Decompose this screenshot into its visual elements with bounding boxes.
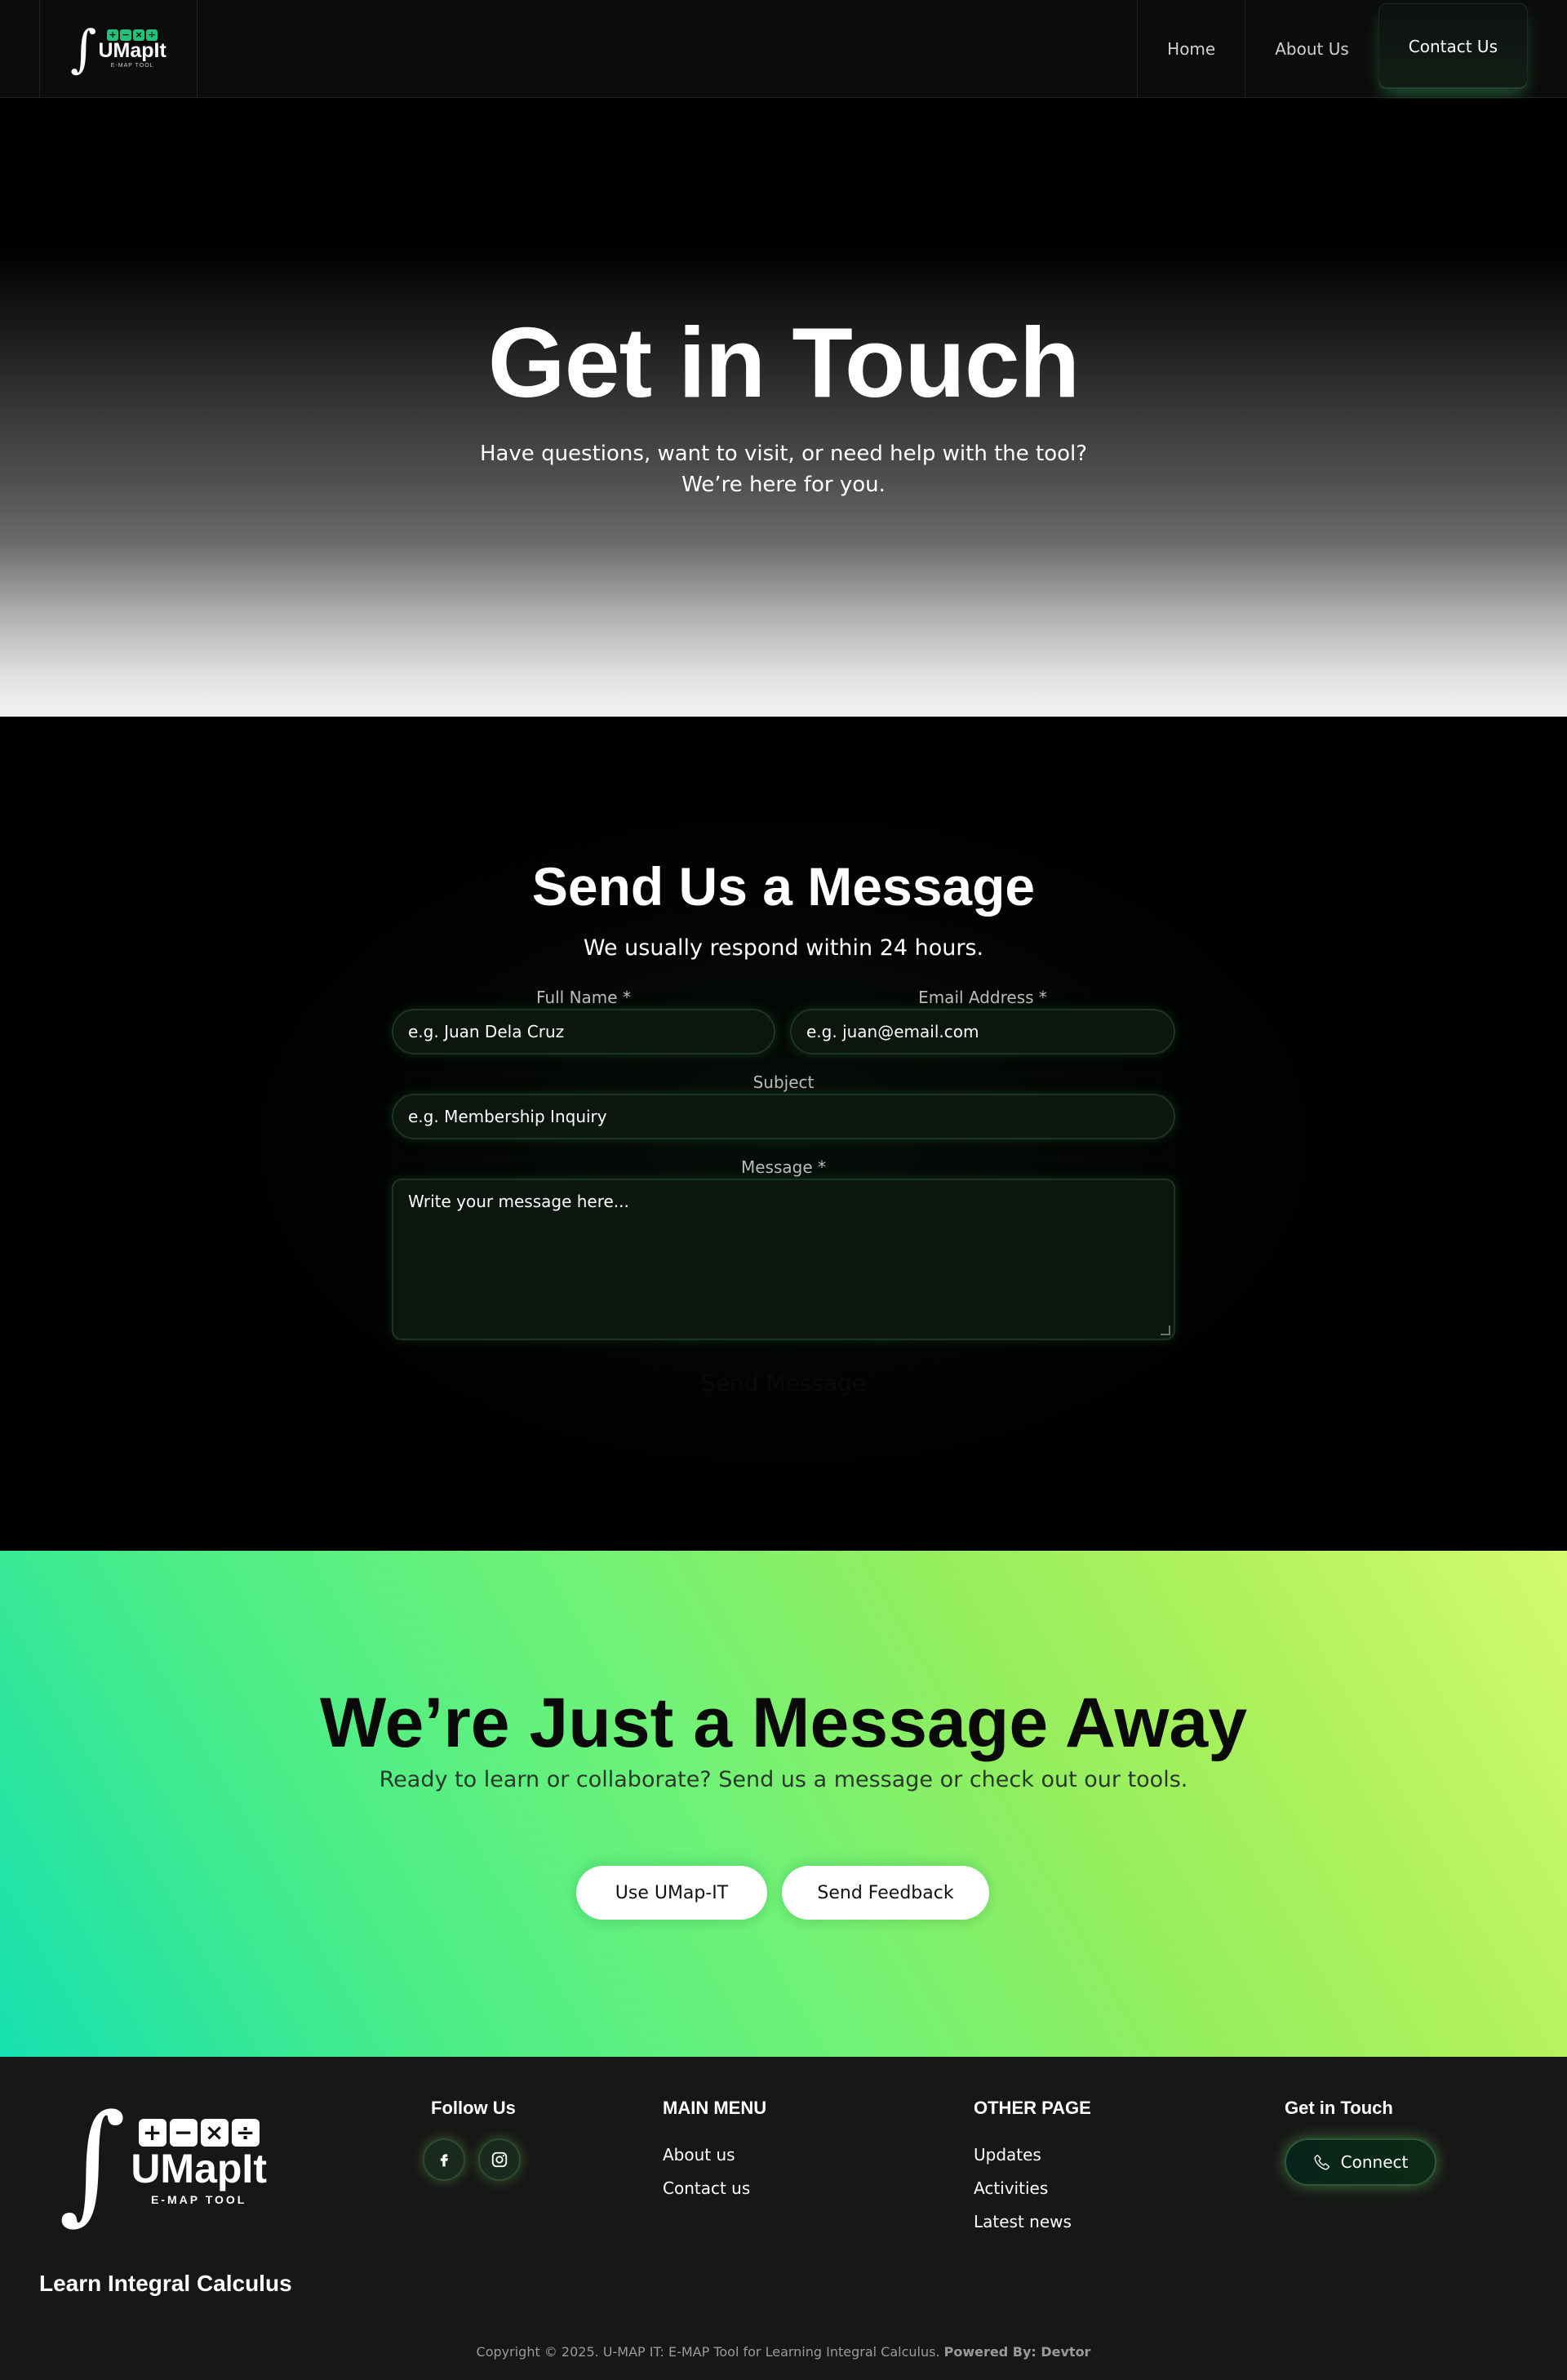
cta-section: We’re Just a Message Away Ready to learn… bbox=[0, 1551, 1567, 2057]
full-name-label: Full Name * bbox=[536, 988, 631, 1007]
phone-icon bbox=[1314, 2155, 1330, 2170]
instagram-glyph bbox=[491, 2151, 508, 2168]
copyright-notice: Copyright © 2025. U-MAP IT: E-MAP Tool f… bbox=[476, 2344, 940, 2360]
hero-subtitle: Have questions, want to visit, or need h… bbox=[0, 438, 1567, 500]
footer-logo[interactable]: ∫ + − × ÷ UMapIt E-MAP TOOL bbox=[59, 2098, 267, 2227]
hero-subtitle-line-2: We’re here for you. bbox=[681, 473, 886, 497]
facebook-icon[interactable] bbox=[423, 2138, 465, 2181]
send-feedback-button[interactable]: Send Feedback bbox=[782, 1866, 989, 1920]
footer-link-activities[interactable]: Activities bbox=[974, 2178, 1048, 2198]
nav-logo[interactable]: ∫ + − × ÷ UMapIt E-MAP TOOL bbox=[39, 0, 198, 98]
instagram-icon[interactable] bbox=[478, 2138, 521, 2181]
facebook-glyph bbox=[440, 2154, 448, 2167]
contact-form-section: Send Us a Message We usually respond wit… bbox=[0, 717, 1567, 1551]
powered-by: Powered By: Devtor bbox=[943, 2344, 1091, 2360]
minus-icon: − bbox=[169, 2119, 198, 2147]
message-placeholder: Write your message here... bbox=[408, 1192, 629, 1211]
other-page-title: OTHER PAGE bbox=[974, 2098, 1091, 2118]
footer-link-contact-us[interactable]: Contact us bbox=[663, 2178, 750, 2198]
logo-subtitle: E-MAP TOOL bbox=[150, 2193, 247, 2206]
cta-subtitle: Ready to learn or collaborate? Send us a… bbox=[379, 1767, 1188, 1792]
email-label: Email Address * bbox=[918, 988, 1047, 1007]
integral-symbol-icon: ∫ bbox=[59, 2087, 127, 2237]
nav-link-contact-us[interactable]: Contact Us bbox=[1378, 2, 1528, 90]
full-name-input[interactable]: e.g. Juan Dela Cruz bbox=[392, 1009, 775, 1055]
footer-tagline: Learn Integral Calculus bbox=[39, 2271, 292, 2296]
hero-subtitle-line-1: Have questions, want to visit, or need h… bbox=[479, 442, 1088, 466]
top-navbar: ∫ + − × ÷ UMapIt E-MAP TOOL Home About U… bbox=[0, 0, 1567, 98]
connect-button[interactable]: Connect bbox=[1285, 2138, 1436, 2186]
umapit-logo: ∫ + − × ÷ UMapIt E-MAP TOOL bbox=[70, 18, 166, 78]
math-operators: + − × ÷ bbox=[137, 2119, 261, 2147]
form-subtitle: We usually respond within 24 hours. bbox=[583, 935, 984, 961]
send-message-button[interactable]: Send Message bbox=[0, 1370, 1567, 1396]
nav-link-home[interactable]: Home bbox=[1137, 0, 1245, 98]
logo-subtitle: E-MAP TOOL bbox=[110, 62, 154, 69]
subject-label: Subject bbox=[752, 1072, 815, 1092]
footer-link-updates[interactable]: Updates bbox=[974, 2145, 1041, 2165]
hero-title: Get in Touch bbox=[487, 307, 1080, 418]
site-footer: ∫ + − × ÷ UMapIt E-MAP TOOL Follow Us MA… bbox=[0, 2057, 1567, 2380]
connect-label: Connect bbox=[1340, 2152, 1409, 2172]
nav-link-about-us[interactable]: About Us bbox=[1245, 0, 1378, 98]
nav-links: Home About Us Contact Us bbox=[1137, 0, 1528, 98]
footer-get-in-touch-title: Get in Touch bbox=[1285, 2098, 1393, 2118]
times-icon: × bbox=[200, 2119, 229, 2147]
email-input[interactable]: e.g. juan@email.com bbox=[790, 1009, 1175, 1055]
use-umapit-button[interactable]: Use UMap-IT bbox=[576, 1866, 767, 1920]
logo-wordmark: UMapIt bbox=[131, 2146, 267, 2191]
form-title: Send Us a Message bbox=[531, 856, 1036, 917]
message-label: Message * bbox=[740, 1157, 826, 1177]
main-menu-title: MAIN MENU bbox=[663, 2098, 767, 2118]
footer-link-latest-news[interactable]: Latest news bbox=[974, 2212, 1072, 2231]
message-textarea[interactable]: Write your message here... bbox=[392, 1179, 1175, 1340]
footer-link-about-us[interactable]: About us bbox=[663, 2145, 735, 2165]
plus-icon: + bbox=[138, 2119, 166, 2147]
divide-icon: ÷ bbox=[231, 2119, 260, 2147]
copyright-text: Copyright © 2025. U-MAP IT: E-MAP Tool f… bbox=[0, 2344, 1567, 2360]
integral-symbol-icon: ∫ bbox=[70, 18, 97, 78]
resize-handle-icon[interactable] bbox=[1161, 1325, 1170, 1335]
logo-wordmark: UMapIt bbox=[98, 38, 166, 62]
follow-us-title: Follow Us bbox=[431, 2098, 516, 2118]
cta-title: We’re Just a Message Away bbox=[319, 1684, 1248, 1762]
subject-input[interactable]: e.g. Membership Inquiry bbox=[392, 1094, 1175, 1139]
hero-section: Get in Touch Have questions, want to vis… bbox=[0, 99, 1567, 717]
